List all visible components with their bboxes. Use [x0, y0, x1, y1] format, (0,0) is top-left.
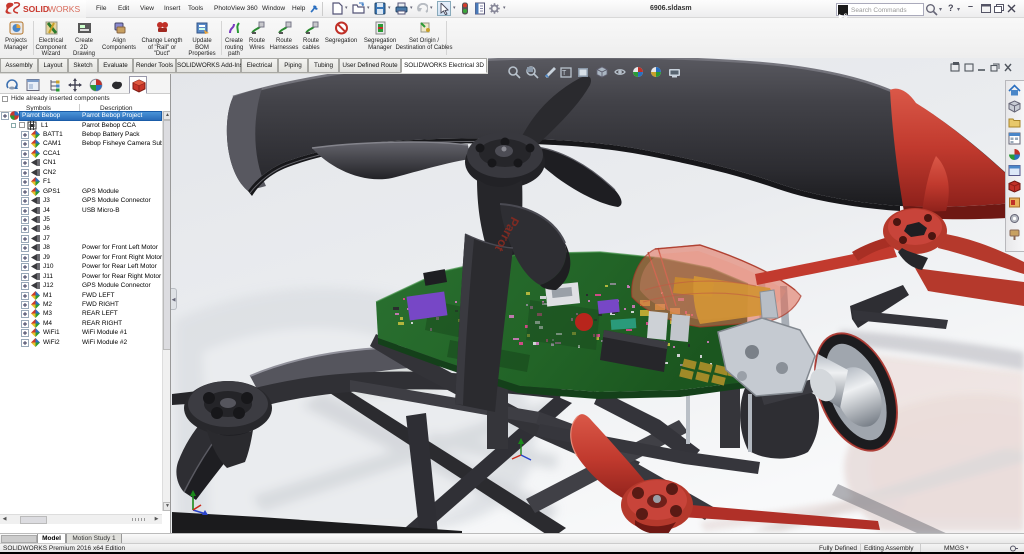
svg-text:T: T [562, 70, 567, 77]
svg-text:SOLID: SOLID [23, 4, 49, 14]
svg-text:WORKS: WORKS [48, 4, 80, 14]
